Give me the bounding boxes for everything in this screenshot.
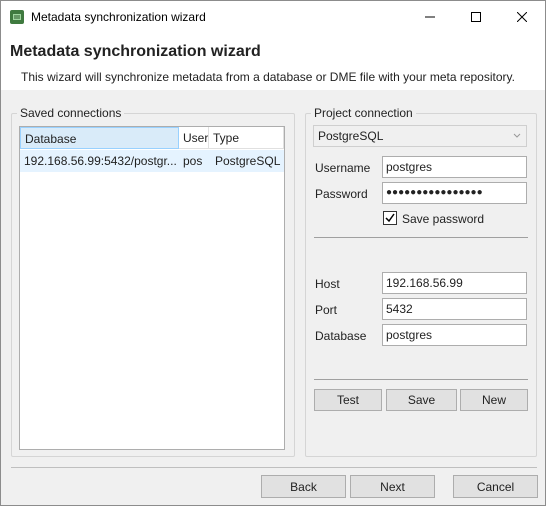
host-field[interactable]: 192.168.56.99 xyxy=(382,272,527,294)
username-label: Username xyxy=(315,161,371,175)
column-header-database[interactable]: Database xyxy=(20,127,179,149)
database-type-select[interactable]: PostgreSQL xyxy=(313,125,527,147)
database-label: Database xyxy=(315,329,367,343)
chevron-down-icon xyxy=(513,133,521,138)
footer-separator xyxy=(11,467,537,468)
next-button[interactable]: Next xyxy=(350,475,435,498)
page-title: Metadata synchronization wizard xyxy=(10,43,261,60)
checkmark-icon xyxy=(385,213,395,223)
cell-user: pos xyxy=(183,154,203,168)
saved-connections-list[interactable]: Database User Type 192.168.56.99:5432/po… xyxy=(19,126,285,450)
database-field[interactable]: postgres xyxy=(382,324,527,346)
username-field[interactable]: postgres xyxy=(382,156,527,178)
app-icon xyxy=(10,10,24,24)
title-bar: Metadata synchronization wizard xyxy=(1,1,545,32)
minimize-button[interactable] xyxy=(407,1,453,32)
table-row[interactable]: 192.168.56.99:5432/postgr... pos Postgre… xyxy=(20,150,284,172)
column-header-type[interactable]: Type xyxy=(209,127,284,149)
minimize-icon xyxy=(425,16,435,17)
test-button[interactable]: Test xyxy=(314,389,382,411)
page-description: This wizard will synchronize metadata fr… xyxy=(21,70,515,84)
port-field[interactable]: 5432 xyxy=(382,298,527,320)
saved-connections-label: Saved connections xyxy=(17,106,125,120)
save-password-label[interactable]: Save password xyxy=(402,212,484,226)
wizard-window: Metadata synchronization wizard Metadata… xyxy=(0,0,546,506)
password-field[interactable]: ●●●●●●●●●●●●●●●● xyxy=(382,182,527,204)
maximize-button[interactable] xyxy=(453,1,499,32)
save-button[interactable]: Save xyxy=(386,389,457,411)
save-password-checkbox[interactable] xyxy=(383,211,397,225)
password-label: Password xyxy=(315,187,368,201)
host-label: Host xyxy=(315,277,340,291)
separator xyxy=(314,379,528,380)
column-header-user[interactable]: User xyxy=(179,127,209,149)
database-type-value: PostgreSQL xyxy=(318,129,384,143)
cell-type: PostgreSQL xyxy=(215,154,281,168)
project-connection-label: Project connection xyxy=(311,106,416,120)
close-icon xyxy=(517,11,527,22)
wizard-header: Metadata synchronization wizard This wiz… xyxy=(1,32,545,90)
window-title: Metadata synchronization wizard xyxy=(31,10,206,24)
maximize-icon xyxy=(471,11,481,22)
cancel-button[interactable]: Cancel xyxy=(453,475,538,498)
port-label: Port xyxy=(315,303,338,317)
saved-connections-group: Saved connections Database User Type 192… xyxy=(11,106,295,457)
separator xyxy=(314,237,528,238)
close-button[interactable] xyxy=(499,1,545,32)
new-button[interactable]: New xyxy=(460,389,528,411)
cell-database: 192.168.56.99:5432/postgr... xyxy=(24,154,176,168)
back-button[interactable]: Back xyxy=(261,475,346,498)
